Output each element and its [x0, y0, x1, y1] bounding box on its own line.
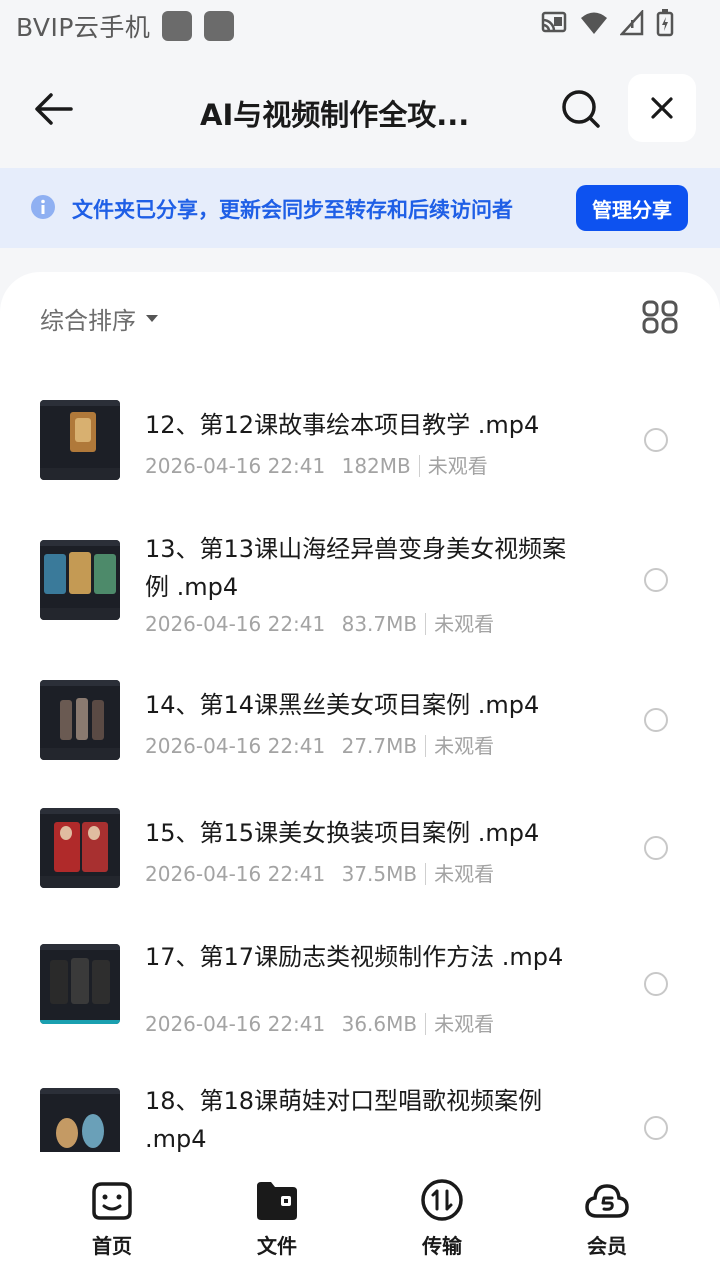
nav-files-label: 文件 [257, 1234, 297, 1258]
nav-transfer[interactable]: 传输 [392, 1178, 492, 1268]
file-name: 15、第15课美女换装项目案例 .mp4 [145, 819, 540, 847]
select-checkbox[interactable] [644, 568, 668, 592]
arrow-left-icon [35, 93, 73, 125]
nav-files[interactable]: 文件 [227, 1178, 327, 1268]
file-row[interactable]: 18、第18课萌娃对口型唱歌视频案例 .mp4 [0, 1068, 720, 1152]
file-size: 182MB [341, 454, 411, 478]
close-button[interactable] [628, 74, 696, 142]
file-status: 未观看 [434, 612, 495, 636]
sort-dropdown[interactable]: 综合排序 [40, 302, 158, 335]
select-checkbox[interactable] [644, 1116, 668, 1140]
file-meta: 2026-04-16 22:41 182MB 未观看 [145, 450, 488, 479]
caret-down-icon [146, 314, 158, 322]
video-thumbnail [40, 400, 120, 480]
file-row[interactable]: 14、第14课黑丝美女项目案例 .mp4 2026-04-16 22:41 27… [0, 660, 720, 780]
file-name: 17、第17课励志类视频制作方法 .mp4 [145, 943, 564, 971]
file-name: 12、第12课故事绘本项目教学 .mp4 [145, 411, 540, 439]
grid-view-icon[interactable] [642, 300, 678, 334]
header: AI与视频制作全攻... [0, 64, 720, 152]
video-thumbnail [40, 540, 120, 620]
file-name: 18、第18课萌娃对口型唱歌视频案例 .mp4 [145, 1087, 543, 1152]
file-meta: 2026-04-16 22:41 36.6MB 未观看 [145, 1008, 494, 1037]
cast-icon [541, 11, 567, 33]
nav-vip-label: 会员 [587, 1234, 627, 1258]
wifi-icon [581, 12, 607, 34]
file-row[interactable]: 17、第17课励志类视频制作方法 .mp4 2026-04-16 22:41 3… [0, 924, 720, 1064]
file-date: 2026-04-16 22:41 [145, 454, 326, 478]
file-date: 2026-04-16 22:41 [145, 734, 326, 758]
select-checkbox[interactable] [644, 708, 668, 732]
file-size: 83.7MB [341, 612, 418, 636]
smiley-icon [92, 1182, 132, 1220]
search-icon [562, 90, 600, 128]
select-checkbox[interactable] [644, 972, 668, 996]
file-size: 36.6MB [341, 1012, 418, 1036]
search-button[interactable] [556, 84, 606, 134]
file-meta: 2026-04-16 22:41 83.7MB 未观看 [145, 608, 494, 637]
share-banner-text: 文件夹已分享，更新会同步至转存和后续访问者 [72, 198, 513, 222]
file-date: 2026-04-16 22:41 [145, 1012, 326, 1036]
video-thumbnail [40, 1088, 120, 1152]
notification-icon [162, 11, 193, 41]
file-row[interactable]: 13、第13课山海经异兽变身美女视频案例 .mp4 2026-04-16 22:… [0, 520, 720, 660]
back-button[interactable] [28, 84, 78, 134]
select-checkbox[interactable] [644, 836, 668, 860]
file-row[interactable]: 12、第12课故事绘本项目教学 .mp4 2026-04-16 22:41 18… [0, 380, 720, 500]
status-bar: BVIP云手机 [0, 0, 720, 52]
file-size: 37.5MB [341, 862, 418, 886]
file-status: 未观看 [427, 454, 488, 478]
bottom-navigation: 首页 文件 传输 会员 [0, 1152, 720, 1280]
info-icon [31, 195, 55, 219]
nav-vip[interactable]: 会员 [557, 1178, 657, 1268]
file-date: 2026-04-16 22:41 [145, 612, 326, 636]
video-thumbnail [40, 680, 120, 760]
file-date: 2026-04-16 22:41 [145, 862, 326, 886]
status-bar-title: BVIP云手机 [16, 13, 151, 42]
select-checkbox[interactable] [644, 428, 668, 452]
file-status: 未观看 [434, 862, 495, 886]
folder-icon [257, 1182, 297, 1220]
battery-icon [656, 9, 674, 37]
nav-home[interactable]: 首页 [62, 1178, 162, 1268]
page-title: AI与视频制作全攻... [200, 98, 470, 132]
file-meta: 2026-04-16 22:41 37.5MB 未观看 [145, 858, 494, 887]
file-status: 未观看 [434, 1012, 495, 1036]
file-status: 未观看 [434, 734, 495, 758]
manage-share-button[interactable]: 管理分享 [576, 185, 688, 231]
nav-home-label: 首页 [92, 1234, 132, 1258]
sort-label: 综合排序 [40, 306, 136, 335]
notification-icon [204, 11, 235, 41]
nav-transfer-label: 传输 [422, 1234, 462, 1258]
file-name: 14、第14课黑丝美女项目案例 .mp4 [145, 691, 540, 719]
file-row[interactable]: 15、第15课美女换装项目案例 .mp4 2026-04-16 22:41 37… [0, 788, 720, 908]
status-icons [540, 9, 674, 37]
close-icon [651, 97, 673, 119]
file-name: 13、第13课山海经异兽变身美女视频案例 .mp4 [145, 535, 567, 601]
file-size: 27.7MB [341, 734, 418, 758]
video-thumbnail [40, 808, 120, 888]
transfer-icon [421, 1179, 463, 1221]
signal-icon [620, 10, 644, 36]
cloud-vip-icon [585, 1184, 629, 1218]
file-meta: 2026-04-16 22:41 27.7MB 未观看 [145, 730, 494, 759]
video-thumbnail [40, 944, 120, 1024]
